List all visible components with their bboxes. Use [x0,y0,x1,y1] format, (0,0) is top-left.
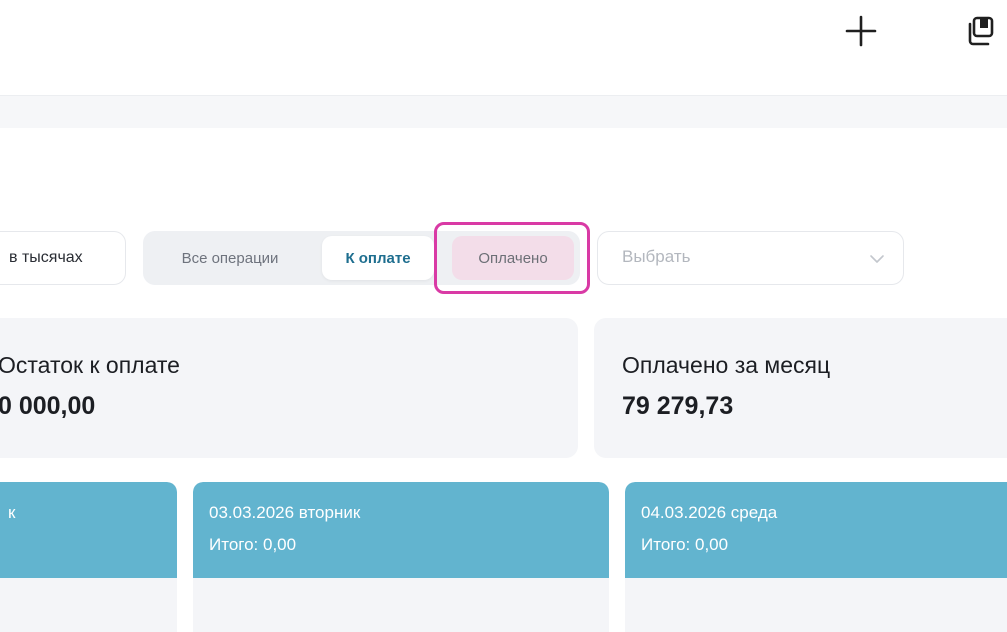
balance-due-title: Остаток к оплате [0,352,180,378]
day-header: 04.03.2026 среда Итого: 0,00 [625,482,1007,578]
balance-due-card: Остаток к оплате 0 000,00 [0,318,578,458]
paid-month-value: 79 279,73 [622,392,734,420]
plus-icon [845,15,877,47]
tab-all-operations[interactable]: Все операции [152,236,308,280]
add-button[interactable] [842,12,880,50]
paid-month-title: Оплачено за месяц [622,352,831,378]
tab-paid[interactable]: Оплачено [452,236,574,280]
app-root: в тысячах Все операции К оплате Оплачено… [0,0,1007,632]
filter-select[interactable]: Выбрать [597,231,904,285]
tab-to-pay[interactable]: К оплате [322,236,434,280]
day-header: к [0,482,177,578]
day-date: к [8,503,16,522]
day-date: 03.03.2026 вторник [209,503,361,522]
paid-month-card: Оплачено за месяц 79 279,73 [594,318,1007,458]
day-date: 04.03.2026 среда [641,503,778,522]
balance-due-value: 0 000,00 [0,392,96,420]
chevron-down-icon [870,255,884,263]
day-column: 04.03.2026 среда Итого: 0,00 [625,482,1007,632]
units-toggle[interactable]: в тысячах [0,231,126,285]
units-label: в тысячах [9,249,83,266]
day-header: 03.03.2026 вторник Итого: 0,00 [193,482,609,578]
select-placeholder: Выбрать [622,247,691,266]
tab-paid-label: Оплачено [478,249,548,267]
copy-window-button[interactable] [966,14,1000,48]
day-column: к [0,482,177,632]
day-total: Итого: 0,00 [641,535,729,554]
copy-window-icon [968,16,994,46]
header-divider-band [0,95,1007,128]
day-total: Итого: 0,00 [209,535,297,554]
tab-to-pay-label: К оплате [345,249,411,267]
day-column: 03.03.2026 вторник Итого: 0,00 [193,482,609,632]
tab-all-operations-label: Все операции [181,249,279,267]
